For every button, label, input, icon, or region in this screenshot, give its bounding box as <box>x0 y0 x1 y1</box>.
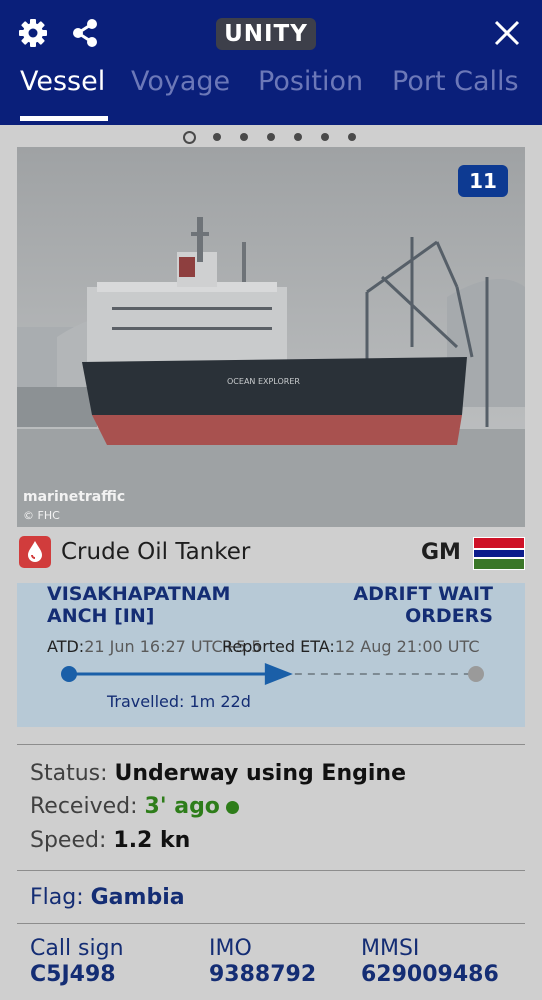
app-header: UNITY Vessel Voyage Position Port Calls <box>0 0 542 125</box>
received-row: Received: 3' ago <box>30 794 239 819</box>
speed-label: Speed: <box>30 828 107 853</box>
call-sign-label: Call sign <box>30 936 124 961</box>
page-dot[interactable] <box>267 133 275 141</box>
speed-row: Speed: 1.2 kn <box>30 828 190 853</box>
origin-marker <box>61 666 77 682</box>
mmsi-field: MMSI 629009486 <box>361 936 499 987</box>
gear-icon[interactable] <box>16 16 50 50</box>
close-icon[interactable] <box>490 16 524 50</box>
vessel-type: Crude Oil Tanker <box>61 539 251 565</box>
tab-voyage[interactable]: Voyage <box>131 66 230 97</box>
vessel-type-row: Crude Oil Tanker GM <box>17 536 527 574</box>
progress-track <box>61 663 484 685</box>
received-value: 3' ago <box>144 794 220 819</box>
flag-label: Flag: <box>30 885 84 910</box>
status-value: Underway using Engine <box>114 761 406 786</box>
gambia-flag-icon <box>473 537 525 570</box>
country-code: GM <box>421 540 461 565</box>
divider <box>17 870 525 871</box>
page-dot[interactable] <box>213 133 221 141</box>
page-dot[interactable] <box>321 133 329 141</box>
imo-field: IMO 9388792 <box>209 936 316 987</box>
destination-port: ADRIFT WAIT ORDERS <box>353 583 493 627</box>
vessel-position-arrow <box>264 663 293 685</box>
tab-port-calls[interactable]: Port Calls <box>392 66 519 97</box>
received-label: Received: <box>30 794 138 819</box>
brand-logo: UNITY <box>216 18 316 50</box>
call-sign-value: C5J498 <box>30 962 116 987</box>
vessel-photo[interactable]: OCEAN EXPLORER 11 marinetraffic © FHC <box>17 147 525 527</box>
page-dot[interactable] <box>240 133 248 141</box>
status-row: Status: Underway using Engine <box>30 761 406 786</box>
flag-row: Flag: Gambia <box>30 885 185 910</box>
imo-value: 9388792 <box>209 962 317 987</box>
origin-port: VISAKHAPATNAM ANCH [IN] <box>47 583 231 627</box>
flag-value: Gambia <box>90 885 185 910</box>
watermark: marinetraffic <box>23 489 126 505</box>
divider <box>17 744 525 745</box>
svg-text:OCEAN EXPLORER: OCEAN EXPLORER <box>227 377 300 386</box>
live-indicator <box>225 800 239 814</box>
destination-marker <box>468 666 484 682</box>
mmsi-value: 629009486 <box>361 962 499 987</box>
tab-position[interactable]: Position <box>258 66 363 97</box>
voyage-panel[interactable]: VISAKHAPATNAM ANCH [IN] ADRIFT WAIT ORDE… <box>17 583 525 727</box>
tanker-icon <box>19 536 51 568</box>
mmsi-label: MMSI <box>361 936 420 961</box>
travelled-duration: Travelled: 1m 22d <box>107 692 251 711</box>
speed-value: 1.2 kn <box>113 828 191 853</box>
page-dot[interactable] <box>183 131 196 144</box>
status-label: Status: <box>30 761 108 786</box>
photo-count-badge[interactable]: 11 <box>458 165 508 197</box>
share-icon[interactable] <box>68 16 102 50</box>
photo-credit: © FHC <box>23 509 60 522</box>
active-tab-indicator <box>20 116 108 121</box>
tab-vessel[interactable]: Vessel <box>20 66 105 97</box>
divider <box>17 923 525 924</box>
call-sign-field: Call sign C5J498 <box>30 936 124 987</box>
page-dot[interactable] <box>294 133 302 141</box>
imo-label: IMO <box>209 936 252 961</box>
page-dot[interactable] <box>348 133 356 141</box>
